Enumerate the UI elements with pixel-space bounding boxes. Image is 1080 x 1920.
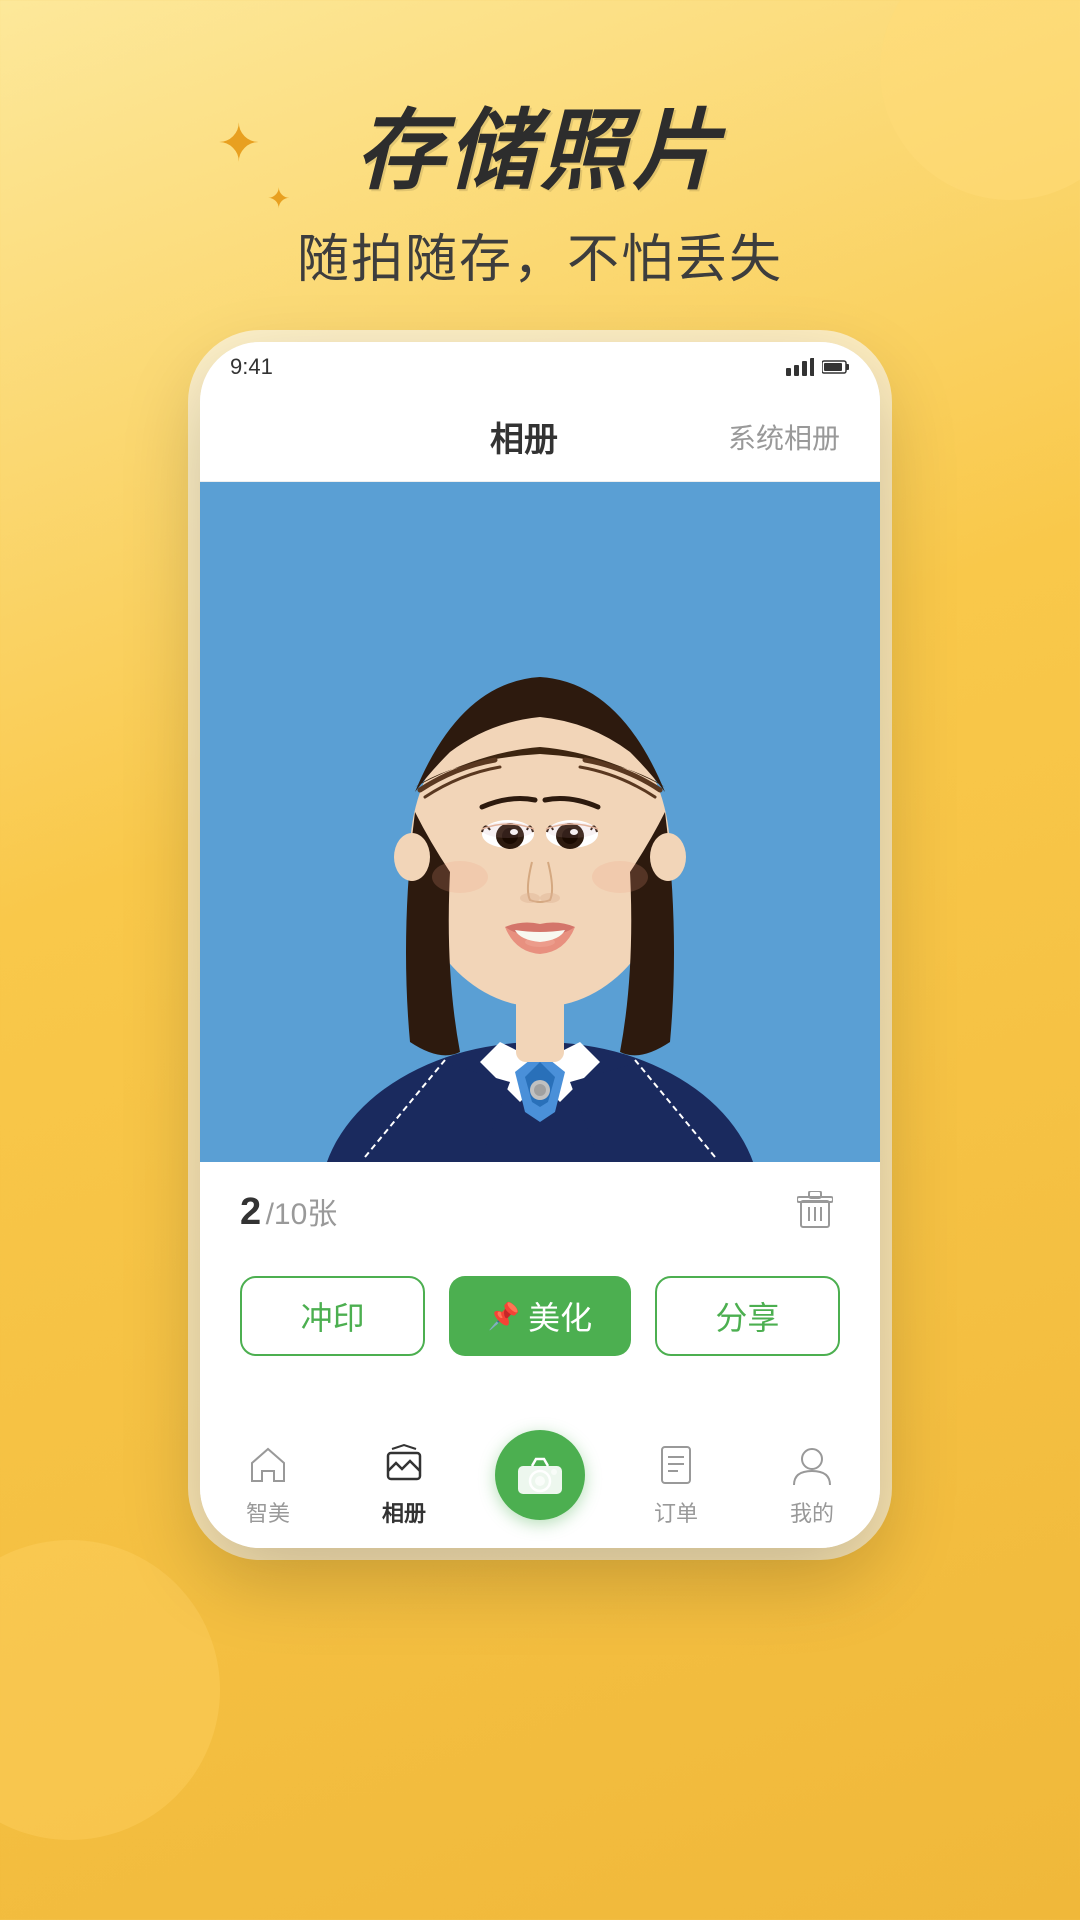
total-photo-count: /10张 — [266, 1198, 338, 1231]
sparkle-small-icon: ✦ — [267, 182, 290, 215]
home-nav-label: 智美 — [246, 1496, 290, 1528]
status-icons — [786, 358, 850, 376]
page-title: 存储照片 — [356, 80, 724, 207]
passport-photo — [200, 482, 880, 1162]
current-photo-number: 2 — [240, 1191, 261, 1233]
order-nav-label: 订单 — [654, 1496, 698, 1528]
spacer — [200, 1386, 880, 1426]
sparkle-large-icon: ✦ — [217, 114, 261, 174]
beautify-button[interactable]: 📌 美化 — [449, 1276, 630, 1356]
delete-button[interactable] — [790, 1186, 840, 1236]
nav-item-camera — [472, 1468, 608, 1528]
bottom-navigation: 智美 相册 — [200, 1426, 880, 1548]
beautify-label: 美化 — [528, 1293, 592, 1339]
nav-item-profile[interactable]: 我的 — [744, 1440, 880, 1528]
phone-mockup: 9:41 相册 系统相册 — [200, 342, 880, 1548]
home-icon — [243, 1440, 293, 1490]
action-buttons: 冲印 📌 美化 分享 — [200, 1260, 880, 1386]
status-time: 9:41 — [230, 354, 273, 380]
print-button[interactable]: 冲印 — [240, 1276, 425, 1356]
album-nav-label: 相册 — [382, 1496, 426, 1528]
app-header: 相册 系统相册 — [200, 392, 880, 482]
order-icon — [651, 1440, 701, 1490]
signal-icon — [786, 358, 814, 376]
album-tab[interactable]: 相册 — [320, 412, 728, 461]
phone-status-bar: 9:41 — [200, 342, 880, 392]
profile-nav-label: 我的 — [790, 1496, 834, 1528]
profile-icon — [787, 1440, 837, 1490]
nav-item-home[interactable]: 智美 — [200, 1440, 336, 1528]
share-button[interactable]: 分享 — [655, 1276, 840, 1356]
photo-count-display: 2 /10张 — [240, 1189, 337, 1234]
camera-icon — [516, 1454, 564, 1496]
battery-icon — [822, 358, 850, 376]
album-icon — [379, 1440, 429, 1490]
photo-display — [200, 482, 880, 1162]
pin-icon: 📌 — [488, 1301, 520, 1332]
nav-item-album[interactable]: 相册 — [336, 1440, 472, 1528]
nav-item-order[interactable]: 订单 — [608, 1440, 744, 1528]
page-subtitle: 随拍随存，不怕丢失 — [297, 217, 783, 292]
header-section: ✦ ✦ 存储照片 随拍随存，不怕丢失 — [297, 80, 783, 292]
photo-info-bar: 2 /10张 — [200, 1162, 880, 1260]
camera-button[interactable] — [495, 1430, 585, 1520]
system-album-tab[interactable]: 系统相册 — [728, 417, 840, 457]
trash-icon — [797, 1191, 833, 1231]
